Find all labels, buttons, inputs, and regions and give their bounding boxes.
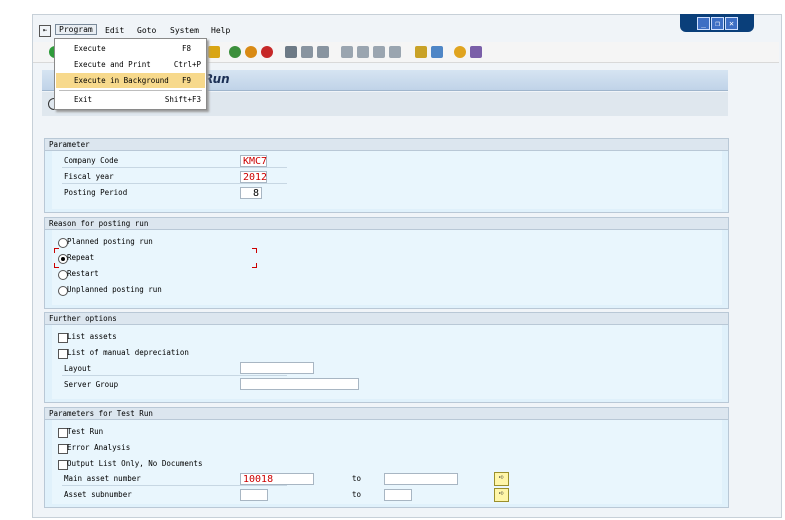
menu-item-label: Execute in Background xyxy=(74,76,169,85)
find-icon[interactable] xyxy=(301,46,313,58)
menu-item-shortcut: Ctrl+P xyxy=(173,60,201,69)
menu-separator xyxy=(59,90,202,91)
test-run-label: Test Run xyxy=(67,427,104,436)
main-asset-to-label: to xyxy=(352,474,362,483)
company-code-field[interactable]: KMC7 xyxy=(240,155,267,167)
test-run-title: Parameters for Test Run xyxy=(45,408,728,420)
program-menu: Execute F8 Execute and Print Ctrl+P Exec… xyxy=(54,38,207,110)
reason-body: Planned posting run Repeat Restart Unpla… xyxy=(52,230,722,305)
layout-label: Layout xyxy=(64,364,92,373)
asset-sub-to-field[interactable] xyxy=(384,489,412,501)
layout-field[interactable] xyxy=(240,362,314,374)
layout-menu-icon[interactable] xyxy=(470,46,482,58)
last-page-icon[interactable] xyxy=(389,46,401,58)
repeat-label: Repeat xyxy=(67,253,95,262)
main-asset-label: Main asset number xyxy=(64,474,141,483)
further-options-body: List assets List of manual depreciation … xyxy=(52,325,722,399)
reason-title: Reason for posting run xyxy=(45,218,728,230)
menu-item-shortcut: F9 xyxy=(181,76,191,85)
parameter-group: Parameter Company Code KMC7 Fiscal year … xyxy=(44,138,729,213)
restart-label: Restart xyxy=(67,269,99,278)
menu-goto[interactable]: Goto xyxy=(137,26,156,35)
menu-item-shortcut: Shift+F3 xyxy=(164,95,201,104)
menu-item-label: Execute and Print xyxy=(74,60,151,69)
focus-marker xyxy=(252,263,257,268)
previous-page-icon[interactable] xyxy=(357,46,369,58)
menu-edit[interactable]: Edit xyxy=(105,26,124,35)
minimize-icon[interactable]: _ xyxy=(697,17,710,30)
parameter-title: Parameter xyxy=(45,139,728,151)
help-icon[interactable] xyxy=(454,46,466,58)
fiscal-year-label: Fiscal year xyxy=(64,172,114,181)
focus-marker xyxy=(54,248,59,253)
next-page-icon[interactable] xyxy=(373,46,385,58)
first-page-icon[interactable] xyxy=(341,46,353,58)
window-menu-icon[interactable]: ⇤ xyxy=(39,25,51,37)
company-code-label: Company Code xyxy=(64,156,119,165)
menu-item-label: Exit xyxy=(74,95,93,104)
restore-icon[interactable]: ❐ xyxy=(711,17,724,30)
posting-period-label: Posting Period xyxy=(64,188,128,197)
main-asset-from-field[interactable]: 10018 xyxy=(240,473,314,485)
screen-title: Run xyxy=(204,72,230,86)
fiscal-year-field[interactable]: 2012 xyxy=(240,171,267,183)
unplanned-label: Unplanned posting run xyxy=(67,285,162,294)
further-options-title: Further options xyxy=(45,313,728,325)
parameter-body: Company Code KMC7 Fiscal year 2012 Posti… xyxy=(52,151,722,209)
planned-label: Planned posting run xyxy=(67,237,153,246)
menu-item-execute[interactable]: Execute F8 xyxy=(56,41,205,56)
focus-marker xyxy=(252,248,257,253)
list-assets-label: List assets xyxy=(67,332,117,341)
test-run-group: Parameters for Test Run Test Run Error A… xyxy=(44,407,729,508)
server-group-field[interactable] xyxy=(240,378,359,390)
output-list-label: Output List Only, No Documents xyxy=(67,459,203,468)
menu-help[interactable]: Help xyxy=(211,26,230,35)
menu-item-execute-and-print[interactable]: Execute and Print Ctrl+P xyxy=(56,57,205,72)
window-controls: _ ❐ ✕ xyxy=(680,14,754,32)
asset-sub-label: Asset subnumber xyxy=(64,490,132,499)
list-manual-dep-label: List of manual depreciation xyxy=(67,348,189,357)
shortcut-icon[interactable] xyxy=(431,46,443,58)
new-session-icon[interactable] xyxy=(415,46,427,58)
close-icon[interactable]: ✕ xyxy=(725,17,738,30)
label-underline xyxy=(62,375,287,376)
asset-sub-to-label: to xyxy=(352,490,362,499)
posting-period-field[interactable]: 8 xyxy=(240,187,262,199)
error-analysis-label: Error Analysis xyxy=(67,443,131,452)
multiple-selection-icon[interactable]: ➪ xyxy=(494,488,509,502)
save-icon[interactable] xyxy=(208,46,220,58)
menu-system[interactable]: System xyxy=(170,26,199,35)
menu-item-exit[interactable]: Exit Shift+F3 xyxy=(56,92,205,107)
further-options-group: Further options List assets List of manu… xyxy=(44,312,729,403)
menu-item-label: Execute xyxy=(74,44,106,53)
back-icon[interactable] xyxy=(229,46,241,58)
menu-item-execute-in-background[interactable]: Execute in Background F9 xyxy=(56,73,205,88)
print-icon[interactable] xyxy=(285,46,297,58)
reason-group: Reason for posting run Planned posting r… xyxy=(44,217,729,309)
main-asset-to-field[interactable] xyxy=(384,473,458,485)
cancel-icon[interactable] xyxy=(261,46,273,58)
exit-icon[interactable] xyxy=(245,46,257,58)
menu-item-shortcut: F8 xyxy=(181,44,191,53)
find-next-icon[interactable] xyxy=(317,46,329,58)
test-run-body: Test Run Error Analysis Output List Only… xyxy=(52,420,722,504)
multiple-selection-icon[interactable]: ➪ xyxy=(494,472,509,486)
server-group-label: Server Group xyxy=(64,380,119,389)
asset-sub-from-field[interactable] xyxy=(240,489,268,501)
focus-marker xyxy=(54,263,59,268)
menu-program[interactable]: Program xyxy=(55,24,97,35)
